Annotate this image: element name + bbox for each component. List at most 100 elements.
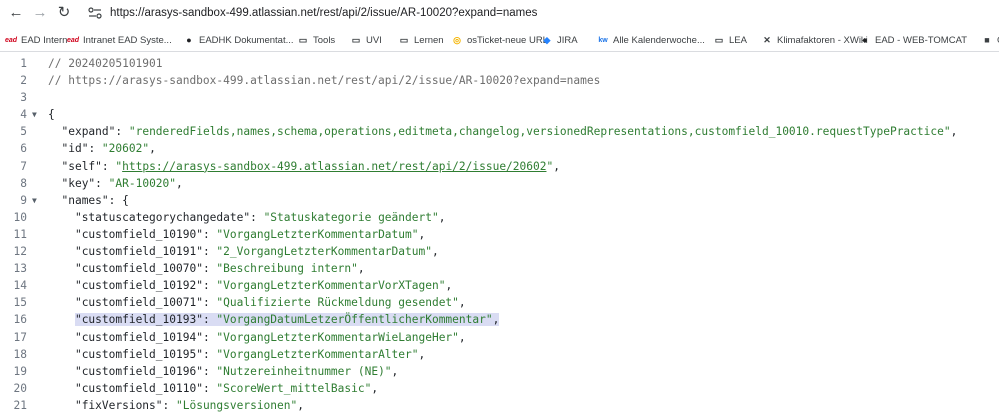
bookmark-item[interactable]: ▭ Lernen <box>397 34 444 46</box>
json-punct: : <box>101 159 116 173</box>
code-line: 3 <box>0 89 999 106</box>
line-number: 4 <box>20 108 27 122</box>
code-line: 20 "customfield_10110": "ScoreWert_mitte… <box>0 380 999 397</box>
bookmark-label: JIRA <box>557 34 578 46</box>
json-punct <box>48 194 61 207</box>
code-line: 9 ▼ "names": { <box>0 192 999 209</box>
line-number: 7 <box>20 159 27 173</box>
bookmark-item[interactable]: ◎ osTicket-neue URL <box>450 34 548 46</box>
code-line: 8 "key": "AR-10020", <box>0 175 999 192</box>
json-link[interactable]: https://arasys-sandbox-499.atlassian.net… <box>122 160 546 173</box>
json-key: "customfield_10070" <box>74 262 203 276</box>
code-line: 12 "customfield_10191": "2_VorgangLetzte… <box>0 243 999 260</box>
json-punct <box>48 382 75 395</box>
json-punct: : <box>202 330 217 344</box>
bookmark-label: osTicket-neue URL <box>467 34 548 46</box>
json-punct: : <box>202 296 217 310</box>
line-number: 12 <box>13 245 27 259</box>
json-key: "expand" <box>61 125 116 139</box>
json-string: "20602" <box>101 142 150 156</box>
bookmark-item[interactable]: ▭ LEA <box>712 34 747 46</box>
code-line: 7 "self": "https://arasys-sandbox-499.at… <box>0 158 999 175</box>
json-key: "id" <box>61 142 89 156</box>
line-number: 10 <box>13 210 27 224</box>
line-content: "customfield_10190": "VorgangLetzterKomm… <box>48 226 425 243</box>
json-punct <box>48 228 75 241</box>
line-content: "key": "AR-10020", <box>48 175 182 192</box>
json-punct: , <box>492 313 500 327</box>
line-number: 8 <box>20 176 27 190</box>
json-punct: : <box>250 210 264 224</box>
line-content: "customfield_10071": "Qualifizierte Rück… <box>48 294 466 311</box>
json-string: "ScoreWert_mittelBasic" <box>216 381 372 395</box>
ead-logo-icon: ead <box>4 36 18 44</box>
browser-toolbar: ← → ↻ https://arasys-sandbox-499.atlassi… <box>0 0 999 25</box>
json-punct: , <box>431 245 439 259</box>
json-punct <box>48 313 75 326</box>
line-content: "id": "20602", <box>48 140 155 157</box>
line-content: "customfield_10193": "VorgangDatumLetzer… <box>48 311 500 328</box>
code-line: 14 "customfield_10192": "VorgangLetzterK… <box>0 277 999 294</box>
code-line: 13 "customfield_10070": "Beschreibung in… <box>0 260 999 277</box>
json-string: "2_VorgangLetzterKommentarDatum" <box>216 245 432 259</box>
line-number: 17 <box>13 330 27 344</box>
line-number: 2 <box>20 74 27 88</box>
json-punct: : <box>95 176 109 190</box>
line-content: // 20240205101901 <box>48 55 163 72</box>
folder-icon: ▭ <box>714 34 724 45</box>
bookmark-label: Tools <box>313 34 336 46</box>
back-button[interactable]: ← <box>6 2 26 22</box>
json-comment: // https://arasys-sandbox-499.atlassian.… <box>48 74 601 88</box>
json-punct: , <box>297 398 304 412</box>
json-punct: : <box>202 279 217 293</box>
bookmark-label: LEA <box>729 34 747 46</box>
fold-toggle-icon[interactable]: ▼ <box>32 106 37 123</box>
code-line: 5 "expand": "renderedFields,names,schema… <box>0 123 999 140</box>
line-content: // https://arasys-sandbox-499.atlassian.… <box>48 72 600 89</box>
bookmark-item[interactable]: kw Alle Kalenderwoche... <box>596 34 705 46</box>
json-punct: : <box>202 245 217 259</box>
code-line: 18 "customfield_10195": "VorgangLetzterK… <box>0 346 999 363</box>
bookmark-item[interactable]: ● EAD - WEB-TOMCAT <box>858 34 967 46</box>
json-punct: , <box>391 364 399 378</box>
line-number: 14 <box>13 279 27 293</box>
line-number: 5 <box>20 125 27 139</box>
json-string: "Lösungsversionen" <box>176 398 298 412</box>
code-line: 11 "customfield_10190": "VorgangLetzterK… <box>0 226 999 243</box>
fold-toggle-icon[interactable]: ▼ <box>32 192 37 209</box>
json-key: "customfield_10193" <box>74 313 203 327</box>
bookmark-item[interactable]: ▭ UVI <box>349 34 382 46</box>
bookmark-item[interactable]: ■G <box>980 34 999 46</box>
bookmark-label: Lernen <box>414 34 444 46</box>
bookmark-item[interactable]: ✕ Klimafaktoren - XWiki <box>760 34 868 46</box>
line-number: 16 <box>13 313 27 327</box>
bookmark-item[interactable]: ead Intranet EAD Syste... <box>66 34 172 46</box>
json-string: "renderedFields,names,schema,operations,… <box>128 125 951 139</box>
json-string: "VorgangLetzterKommentarAlter" <box>216 347 419 361</box>
site-settings-icon[interactable] <box>84 4 106 22</box>
bookmark-item[interactable]: ead EAD Intern <box>4 34 68 46</box>
json-punct: , <box>438 210 446 224</box>
json-punct <box>48 331 75 344</box>
json-string: "Qualifizierte Rückmeldung gesendet" <box>216 296 459 310</box>
bookmark-label: EAD - WEB-TOMCAT <box>875 34 968 46</box>
json-punct <box>48 177 61 190</box>
address-bar[interactable]: https://arasys-sandbox-499.atlassian.net… <box>80 0 999 25</box>
json-punct <box>48 296 75 309</box>
url-text[interactable]: https://arasys-sandbox-499.atlassian.net… <box>110 7 537 19</box>
json-punct <box>48 365 75 378</box>
bookmark-item[interactable]: ● EADHK Dokumentat... <box>182 34 293 46</box>
line-content: "names": { <box>48 192 128 209</box>
json-key: "customfield_10071" <box>74 296 203 310</box>
line-content: "statuscategorychangedate": "Statuskateg… <box>48 209 445 226</box>
json-punct: , <box>458 330 466 344</box>
bookmark-item[interactable]: ▭ Tools <box>296 34 335 46</box>
forward-button[interactable]: → <box>30 2 50 22</box>
json-punct: , <box>357 262 365 276</box>
reload-button[interactable]: ↻ <box>54 2 74 22</box>
code-line: 1 // 20240205101901 <box>0 55 999 72</box>
json-punct: : <box>115 125 129 139</box>
bookmark-label: UVI <box>366 34 382 46</box>
bookmark-item[interactable]: ◆ JIRA <box>540 34 578 46</box>
json-punct: , <box>371 381 379 395</box>
